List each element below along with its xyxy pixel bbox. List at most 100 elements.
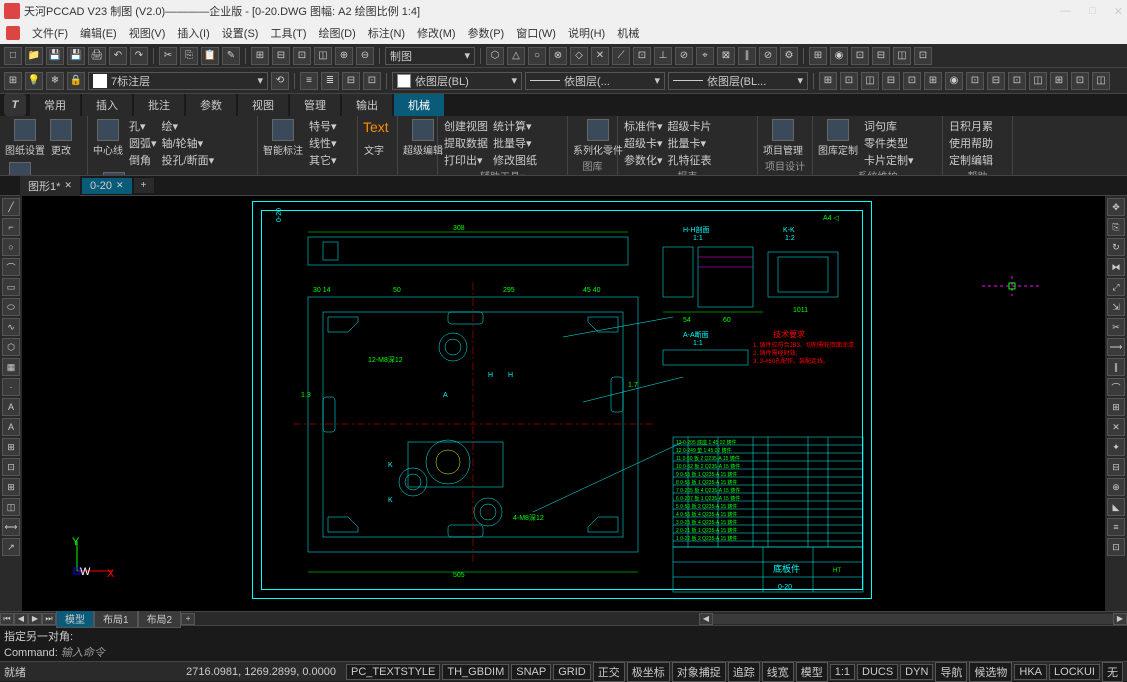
status-dimstyle[interactable]: TH_GBDIM bbox=[442, 664, 509, 680]
props-tool[interactable]: ⊡ bbox=[1107, 538, 1125, 556]
circle-tool[interactable]: ○ bbox=[2, 238, 20, 256]
fillet-tool[interactable]: ⌒ bbox=[1107, 378, 1125, 396]
status-nav[interactable]: 导航 bbox=[935, 662, 967, 682]
extend-tool[interactable]: ⟶ bbox=[1107, 338, 1125, 356]
smartdim-button[interactable]: 智能标注 bbox=[262, 118, 304, 158]
draw-button[interactable]: 绘▾ bbox=[160, 118, 215, 134]
layout-tab-2[interactable]: 布局2 bbox=[138, 609, 182, 628]
status-scale[interactable]: 1:1 bbox=[830, 664, 855, 680]
nav-d[interactable]: ⊟ bbox=[872, 47, 890, 65]
custedit-button[interactable]: 定制编辑 bbox=[947, 152, 993, 168]
scale-tool[interactable]: ⤢ bbox=[1107, 278, 1125, 296]
break-tool[interactable]: ⊟ bbox=[1107, 458, 1125, 476]
section-button[interactable]: 投孔/断面▾ bbox=[160, 152, 215, 168]
status-lockui[interactable]: LOCKUI bbox=[1049, 664, 1100, 680]
prop-m[interactable]: ⊡ bbox=[1071, 72, 1089, 90]
ribbon-tab-insert[interactable]: 插入 bbox=[82, 94, 132, 116]
prop-d[interactable]: ⊟ bbox=[882, 72, 900, 90]
printout-button[interactable]: 打印出▾ bbox=[442, 152, 488, 168]
param-button[interactable]: 参数化▾ bbox=[622, 152, 663, 168]
region-tool[interactable]: ◫ bbox=[2, 498, 20, 516]
cardcust-button[interactable]: 卡片定制▾ bbox=[862, 152, 914, 168]
stretch-tool[interactable]: ⇲ bbox=[1107, 298, 1125, 316]
menu-mech[interactable]: 机械 bbox=[617, 25, 639, 41]
lineweight-combo[interactable]: 依图层(BL...▾ bbox=[668, 72, 808, 90]
wordlib-button[interactable]: 词句库 bbox=[862, 118, 914, 134]
modsheet-button[interactable]: 修改图纸 bbox=[491, 152, 537, 168]
tool-c[interactable]: ⊡ bbox=[293, 47, 311, 65]
createview-button[interactable]: 创建视图 bbox=[442, 118, 488, 134]
snap-mid[interactable]: △ bbox=[507, 47, 525, 65]
dim-tool[interactable]: ⟷ bbox=[2, 518, 20, 536]
projmgr-button[interactable]: 项目管理 bbox=[762, 118, 804, 158]
file-tab-1[interactable]: 0-20✕ bbox=[82, 178, 132, 194]
layer-btn-b[interactable]: 💡 bbox=[25, 72, 43, 90]
prop-c[interactable]: ◫ bbox=[861, 72, 879, 90]
snap-perp[interactable]: ⊥ bbox=[654, 47, 672, 65]
save-button[interactable]: 💾 bbox=[46, 47, 64, 65]
prop-f[interactable]: ⊞ bbox=[924, 72, 942, 90]
centerline-button[interactable]: 中心线 bbox=[92, 118, 124, 158]
supercard-button[interactable]: 超级卡▾ bbox=[622, 135, 663, 151]
snap-par[interactable]: ∥ bbox=[738, 47, 756, 65]
color-combo[interactable]: 依图层(BL)▾ bbox=[392, 72, 522, 90]
move-tool[interactable]: ✥ bbox=[1107, 198, 1125, 216]
menu-param[interactable]: 参数(P) bbox=[468, 25, 505, 41]
cut-button[interactable]: ✂ bbox=[159, 47, 177, 65]
holetable-button[interactable]: 孔特征表 bbox=[666, 152, 712, 168]
menu-dim[interactable]: 标注(N) bbox=[368, 25, 405, 41]
style-d[interactable]: ⊡ bbox=[363, 72, 381, 90]
undo-button[interactable]: ↶ bbox=[109, 47, 127, 65]
workspace-combo[interactable]: 制图▾ bbox=[385, 47, 475, 65]
arc-tool[interactable]: ⌒ bbox=[2, 258, 20, 276]
ribbon-tab-annotate[interactable]: 批注 bbox=[134, 94, 184, 116]
supercard2-button[interactable]: 超级卡片 bbox=[666, 118, 712, 134]
point-tool[interactable]: · bbox=[2, 378, 20, 396]
nav-f[interactable]: ⊡ bbox=[914, 47, 932, 65]
status-track[interactable]: 追踪 bbox=[728, 662, 760, 682]
stat-button[interactable]: 统计算▾ bbox=[491, 118, 537, 134]
layout-tab-model[interactable]: 模型 bbox=[56, 609, 94, 628]
mtext-tool[interactable]: A bbox=[2, 418, 20, 436]
spline-tool[interactable]: ∿ bbox=[2, 318, 20, 336]
style-a[interactable]: ≡ bbox=[300, 72, 318, 90]
ribbon-tab-output[interactable]: 输出 bbox=[342, 94, 392, 116]
serparts-button[interactable]: 系列化零件 bbox=[572, 118, 624, 158]
prop-j[interactable]: ⊡ bbox=[1008, 72, 1026, 90]
usehelp-button[interactable]: 使用帮助 bbox=[947, 135, 993, 151]
shaft-button[interactable]: 轴/轮轴▾ bbox=[160, 135, 215, 151]
nav-e[interactable]: ◫ bbox=[893, 47, 911, 65]
copy-tool[interactable]: ⎘ bbox=[1107, 218, 1125, 236]
app-menu-icon[interactable] bbox=[6, 26, 20, 40]
status-ortho[interactable]: 正交 bbox=[593, 662, 625, 682]
match-button[interactable]: ✎ bbox=[222, 47, 240, 65]
scroll-right[interactable]: ▶ bbox=[1113, 613, 1127, 625]
leader-tool[interactable]: ↗ bbox=[2, 538, 20, 556]
menu-file[interactable]: 文件(F) bbox=[32, 25, 68, 41]
snap-ext[interactable]: ⟋ bbox=[612, 47, 630, 65]
first-layout[interactable]: ⏮ bbox=[0, 613, 14, 625]
chamfer-tool[interactable]: ◣ bbox=[1107, 498, 1125, 516]
prev-layout[interactable]: ◀ bbox=[14, 613, 28, 625]
status-snap[interactable]: SNAP bbox=[511, 664, 551, 680]
status-grid[interactable]: GRID bbox=[553, 664, 591, 680]
prop-b[interactable]: ⊡ bbox=[840, 72, 858, 90]
prop-h[interactable]: ⊡ bbox=[966, 72, 984, 90]
redo-button[interactable]: ↷ bbox=[130, 47, 148, 65]
snap-end[interactable]: ⬡ bbox=[486, 47, 504, 65]
nav-c[interactable]: ⊡ bbox=[851, 47, 869, 65]
hscrollbar[interactable] bbox=[713, 614, 1113, 624]
arc-button[interactable]: 圆弧▾ bbox=[127, 135, 157, 151]
open-button[interactable]: 📁 bbox=[25, 47, 43, 65]
nav-b[interactable]: ◉ bbox=[830, 47, 848, 65]
layout-tab-1[interactable]: 布局1 bbox=[94, 609, 138, 628]
explode-tool[interactable]: ✦ bbox=[1107, 438, 1125, 456]
close-tab-icon[interactable]: ✕ bbox=[64, 180, 72, 191]
layer-prev[interactable]: ⟲ bbox=[271, 72, 289, 90]
app-logo[interactable]: T bbox=[4, 94, 26, 116]
new-button[interactable]: □ bbox=[4, 47, 22, 65]
tool-a[interactable]: ⊞ bbox=[251, 47, 269, 65]
tool-f[interactable]: ⊖ bbox=[356, 47, 374, 65]
prop-a[interactable]: ⊞ bbox=[819, 72, 837, 90]
layer-btn-c[interactable]: ❄ bbox=[46, 72, 64, 90]
